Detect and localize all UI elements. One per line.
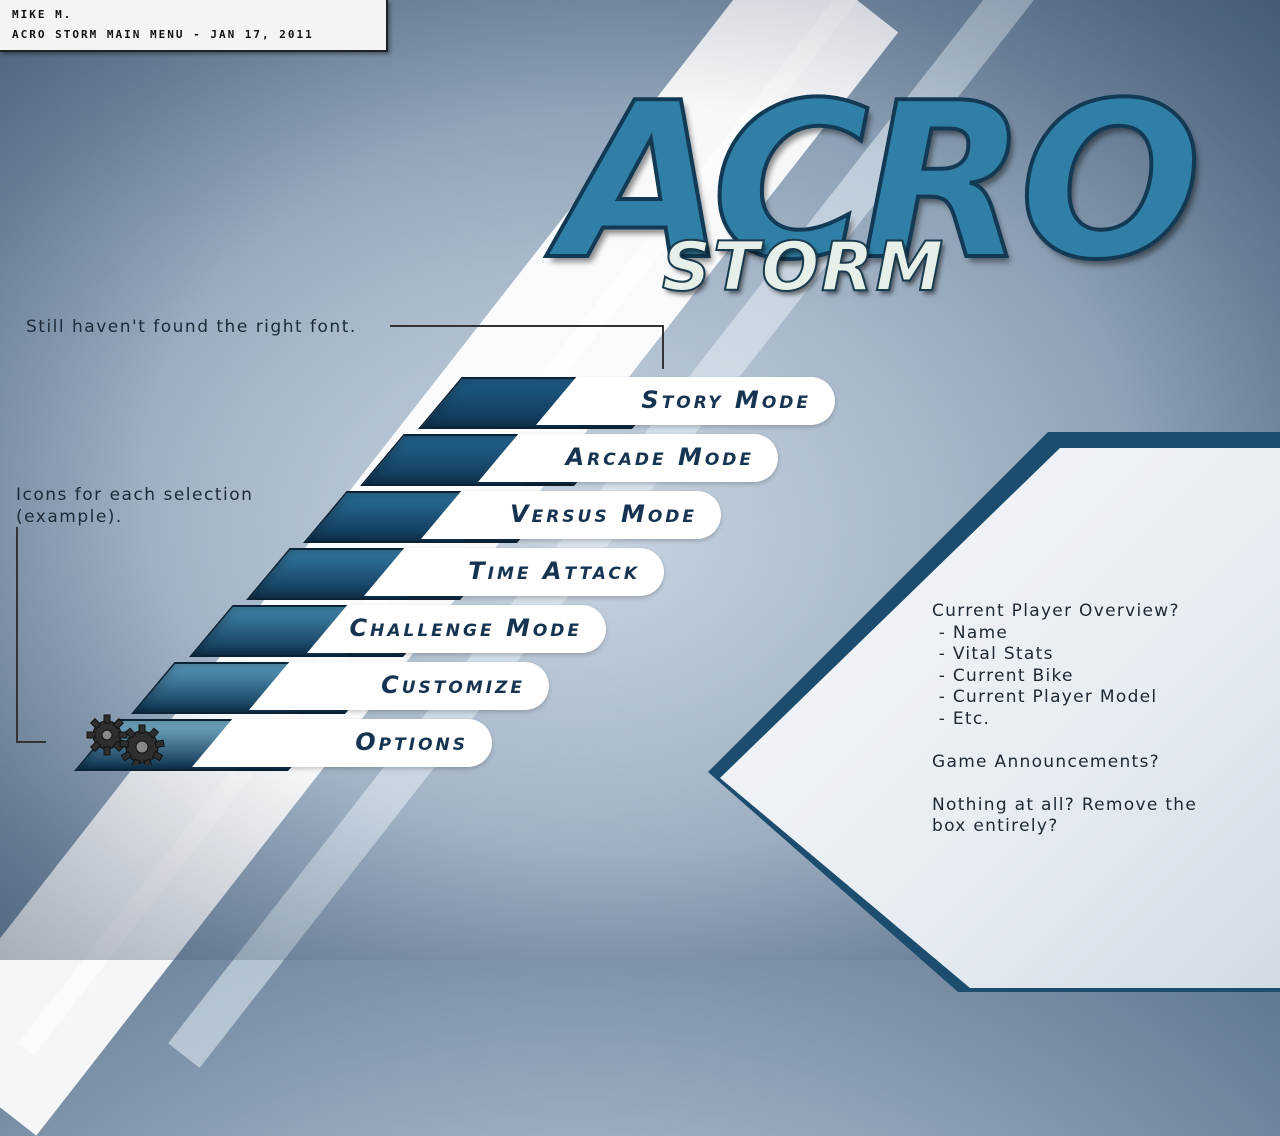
menu-item-time-attack[interactable]: Time Attack [406,548,664,596]
annotation-icons-note: Icons for each selection (example). [16,485,254,527]
annotation-leader-line [662,325,664,369]
annotation-leader-line [16,741,46,743]
info-panel-line: Current Player Overview? [932,601,1180,621]
menu-item-label[interactable]: Options [355,728,468,756]
menu-item-label[interactable]: Time Attack [468,557,640,585]
info-panel-line: Game Announcements? [932,751,1160,772]
caption-label: ACRO STORM MAIN MENU - JAN 17, 2011 [12,28,314,41]
menu-item-customize[interactable]: Customize [291,662,549,710]
menu-item-label[interactable]: Challenge Mode [350,614,582,642]
menu-item-arcade-mode[interactable]: Arcade Mode [520,434,778,482]
menu-item-label[interactable]: Story Mode [641,386,811,414]
annotation-font-note: Still haven't found the right font. [26,317,357,337]
info-panel-line: - Current Player Model [932,687,1158,707]
menu-item-label[interactable]: Customize [381,671,525,699]
header-note-box: MIKE M. ACRO STORM MAIN MENU - JAN 17, 2… [0,0,388,52]
annotation-leader-line [16,527,18,743]
info-panel-line: Nothing at all? Remove the [932,794,1198,815]
info-panel-line: - Etc. [932,708,991,729]
menu-item-label[interactable]: Arcade Mode [566,443,754,471]
info-panel-line: - Current Bike [932,665,1074,686]
annotation-leader-line [390,325,664,327]
game-logo-storm: STORM [661,227,946,308]
menu-item-challenge-mode[interactable]: Challenge Mode [349,605,606,653]
info-panel-line [932,773,1252,795]
menu-item-versus-mode[interactable]: Versus Mode [463,491,721,539]
info-panel-line: box entirely? [932,816,1059,836]
info-panel-line [932,730,1252,752]
gears-icon [86,714,165,765]
info-panel-text: Current Player Overview? - Name - Vital … [932,601,1252,838]
menu-item-options[interactable]: Options [234,719,492,767]
info-panel-line: - Name [932,622,1009,643]
menu-item-story-mode[interactable]: Story Mode [578,377,835,425]
author-label: MIKE M. [12,8,73,21]
info-panel-line: - Vital Stats [932,644,1054,664]
menu-item-label[interactable]: Versus Mode [510,500,697,528]
